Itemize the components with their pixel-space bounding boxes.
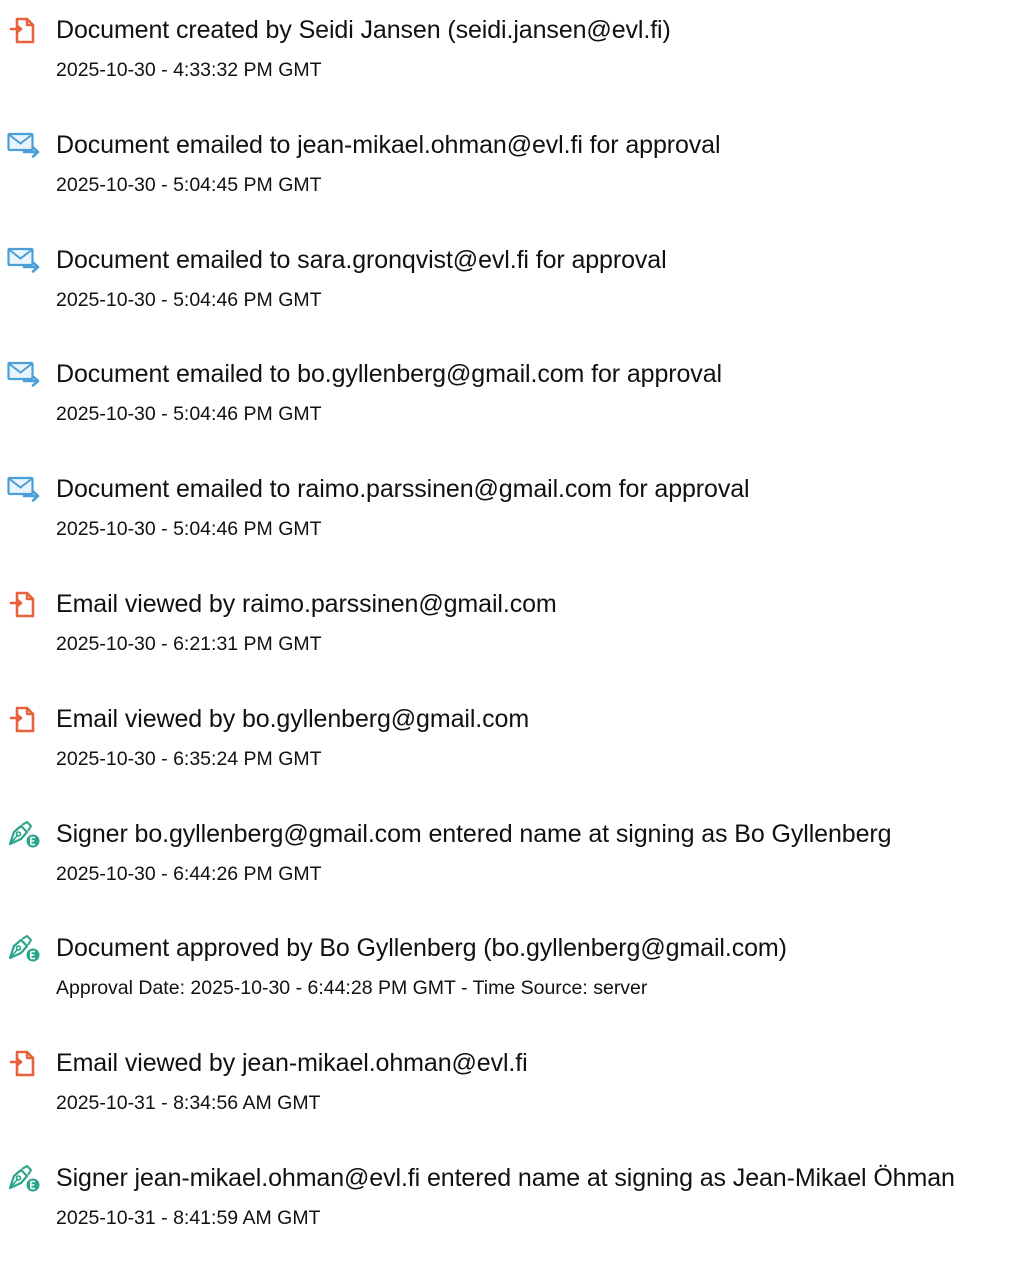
email-sent-icon [7,131,41,159]
audit-event: Email viewed by bo.gyllenberg@gmail.com … [0,703,1024,803]
audit-event: Document emailed to jean-mikael.ohman@ev… [0,129,1024,229]
event-timestamp: Approval Date: 2025-10-30 - 6:44:28 PM G… [56,977,648,1000]
event-title: Signer bo.gyllenberg@gmail.com entered n… [56,819,892,848]
event-title: Document emailed to raimo.parssinen@gmai… [56,475,750,504]
signer-pen-icon [7,934,41,962]
audit-event: Signer bo.gyllenberg@gmail.com entered n… [0,818,1024,918]
audit-event: Document created by Seidi Jansen (seidi.… [0,14,1024,114]
event-title: Email viewed by raimo.parssinen@gmail.co… [56,590,557,618]
event-timestamp: 2025-10-30 - 6:35:24 PM GMT [56,747,322,770]
event-timestamp: 2025-10-31 - 8:41:59 AM GMT [56,1207,321,1229]
event-title: Document emailed to jean-mikael.ohman@ev… [56,130,721,159]
event-timestamp: 2025-10-30 - 5:04:45 PM GMT [56,173,322,196]
document-icon [7,16,41,44]
event-title: Email viewed by bo.gyllenberg@gmail.com [56,704,530,733]
audit-event: Email viewed by raimo.parssinen@gmail.co… [0,588,1024,688]
document-icon [7,1049,41,1077]
signer-pen-icon [7,1164,41,1192]
event-title: Email viewed by jean-mikael.ohman@evl.fi [56,1049,528,1078]
event-timestamp: 2025-10-30 - 5:04:46 PM GMT [56,518,322,541]
event-timestamp: 2025-10-30 - 6:21:31 PM GMT [56,633,322,655]
event-title: Document emailed to sara.gronqvist@evl.f… [56,245,667,274]
event-timestamp: 2025-10-30 - 6:44:26 PM GMT [56,862,322,885]
event-title: Signer jean-mikael.ohman@evl.fi entered … [56,1164,955,1192]
event-title: Document emailed to bo.gyllenberg@gmail.… [56,360,722,389]
event-timestamp: 2025-10-30 - 5:04:46 PM GMT [56,403,322,426]
event-timestamp: 2025-10-31 - 8:34:56 AM GMT [56,1092,321,1115]
audit-event: Document emailed to bo.gyllenberg@gmail.… [0,358,1024,458]
email-sent-icon [7,360,41,388]
event-title: Document created by Seidi Jansen (seidi.… [56,16,671,44]
email-sent-icon [7,246,41,274]
audit-event: Document emailed to sara.gronqvist@evl.f… [0,244,1024,344]
audit-event: Email viewed by jean-mikael.ohman@evl.fi… [0,1047,1024,1147]
document-icon [7,590,41,618]
document-icon [7,705,41,733]
audit-event: Signer jean-mikael.ohman@evl.fi entered … [0,1162,1024,1262]
event-timestamp: 2025-10-30 - 5:04:46 PM GMT [56,288,322,311]
audit-event: Document emailed to raimo.parssinen@gmai… [0,473,1024,573]
audit-event: Document approved by Bo Gyllenberg (bo.g… [0,932,1024,1032]
email-sent-icon [7,475,41,503]
event-title: Document approved by Bo Gyllenberg (bo.g… [56,934,787,963]
signer-pen-icon [7,820,41,848]
event-timestamp: 2025-10-30 - 4:33:32 PM GMT [56,59,322,81]
